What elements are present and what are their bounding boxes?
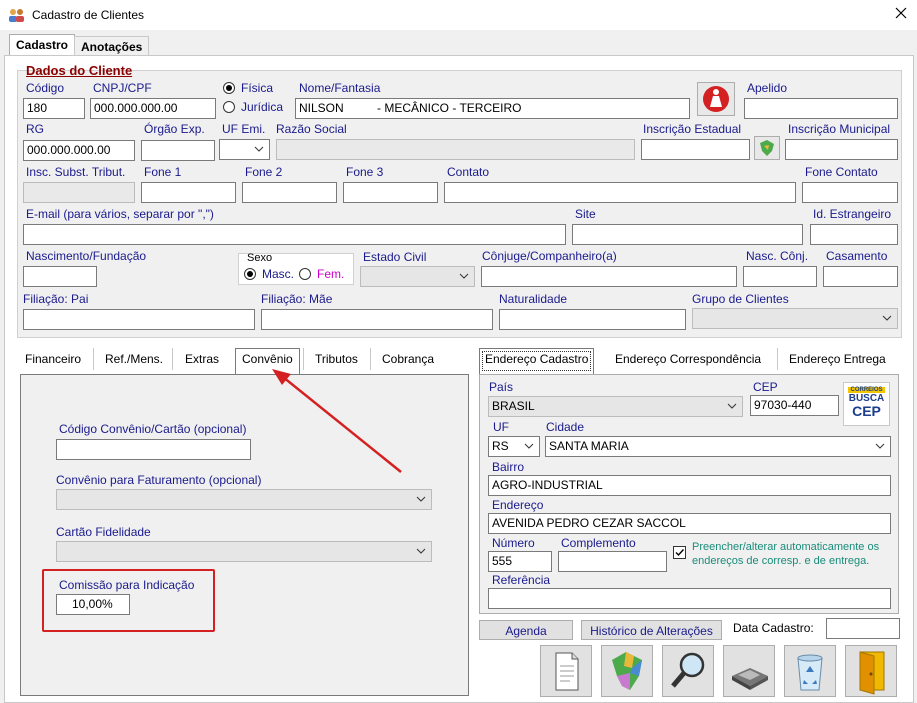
check-icon — [675, 549, 685, 557]
cep-label: CEP — [753, 380, 778, 394]
pais-label: País — [489, 380, 514, 394]
uf-value: RS — [492, 439, 509, 453]
busca-cep-line2: CEP — [852, 403, 881, 419]
referencia-input[interactable] — [488, 588, 891, 609]
cidade-select[interactable]: SANTA MARIA — [545, 436, 891, 457]
cep-input[interactable]: 97030-440 — [750, 395, 839, 416]
brazil-map-button[interactable] — [601, 645, 653, 697]
endereco-label: Endereço — [492, 498, 544, 512]
numero-input[interactable]: 555 — [488, 551, 552, 572]
tab-endereco-correspondencia[interactable]: Endereço Correspondência — [615, 352, 761, 366]
tab-endereco-cadastro[interactable]: Endereço Cadastro — [479, 348, 595, 374]
tab-endereco-entrega[interactable]: Endereço Entrega — [789, 352, 886, 366]
chevron-down-icon — [875, 443, 885, 449]
busca-cep-button[interactable]: CORREIOS BUSCA CEP — [843, 382, 890, 426]
chevron-down-icon — [524, 443, 534, 449]
preencher-checkbox[interactable] — [673, 546, 686, 559]
uf-select[interactable]: RS — [488, 436, 540, 457]
new-document-button[interactable] — [540, 645, 592, 697]
document-icon — [555, 652, 579, 691]
exit-door-icon — [859, 651, 885, 695]
brazil-map-icon — [612, 652, 642, 690]
cidade-value: SANTA MARIA — [549, 439, 629, 453]
tab-separator — [777, 348, 778, 370]
historico-button[interactable]: Histórico de Alterações — [581, 620, 722, 640]
endereco-input[interactable]: AVENIDA PEDRO CEZAR SACCOL — [488, 513, 891, 534]
pais-select[interactable]: BRASIL — [488, 396, 743, 417]
numero-label: Número — [492, 536, 535, 550]
bairro-label: Bairro — [492, 460, 525, 474]
floppy-disk-icon — [732, 668, 768, 690]
recycle-bin-icon — [797, 654, 823, 691]
complemento-input[interactable] — [558, 551, 667, 572]
delete-button[interactable] — [784, 645, 836, 697]
complemento-label: Complemento — [561, 536, 636, 550]
data-cadastro-label: Data Cadastro: — [733, 621, 814, 635]
cidade-label: Cidade — [546, 420, 585, 434]
data-cadastro-input[interactable] — [826, 618, 900, 639]
search-button[interactable] — [662, 645, 714, 697]
chevron-down-icon — [727, 403, 737, 409]
pais-value: BRASIL — [492, 399, 535, 413]
uf-label: UF — [493, 420, 509, 434]
referencia-label: Referência — [492, 573, 551, 587]
exit-button[interactable] — [845, 645, 897, 697]
agenda-button[interactable]: Agenda — [479, 620, 573, 640]
search-icon — [671, 652, 705, 688]
preencher-label: Preencher/alterar automaticamente os end… — [692, 541, 880, 567]
bairro-input[interactable]: AGRO-INDUSTRIAL — [488, 475, 891, 496]
save-button[interactable] — [723, 645, 775, 697]
